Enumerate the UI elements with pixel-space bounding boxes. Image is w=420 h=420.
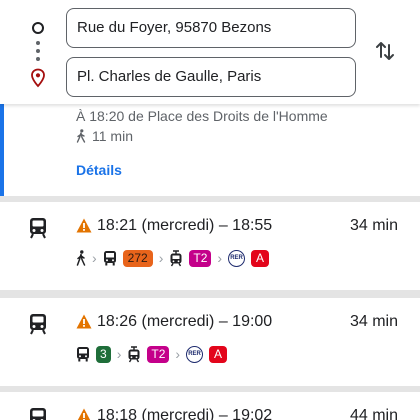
origin-circle-icon xyxy=(32,22,44,34)
selected-accent-bar xyxy=(0,104,4,196)
chevron-right-icon: › xyxy=(92,250,97,266)
bus-line-badge: 3 xyxy=(96,345,111,363)
route-times: 18:18 (mercredi) – 19:02 xyxy=(97,407,273,420)
warning-icon xyxy=(76,314,92,329)
route-times: 18:21 (mercredi) – 18:55 xyxy=(97,217,273,234)
swap-vertical-icon[interactable] xyxy=(372,38,398,64)
warning-icon xyxy=(77,408,91,420)
bus-icon xyxy=(103,251,116,266)
rer-line-badge: A xyxy=(251,249,270,267)
train-icon xyxy=(30,408,46,420)
tram-icon xyxy=(128,345,140,362)
bus-icon xyxy=(77,347,89,362)
origin-field[interactable]: Rue du Foyer, 95870 Bezons xyxy=(66,8,356,48)
rer-logo-icon: RER xyxy=(228,249,246,267)
chevron-right-icon: › xyxy=(158,250,164,266)
route-duration: 44 min xyxy=(349,407,398,420)
train-icon xyxy=(30,218,46,239)
route-dots-icon xyxy=(36,41,40,61)
bus-line-badge: 272 xyxy=(122,249,153,267)
chevron-right-icon: › xyxy=(217,250,223,266)
directions-screen: Rue du Foyer, 95870 Bezons Pl. Charles d… xyxy=(0,0,420,420)
tram-icon xyxy=(170,249,182,266)
route-duration: 34 min xyxy=(349,217,398,234)
chevron-right-icon: › xyxy=(175,346,181,362)
details-link[interactable]: Détails xyxy=(76,162,122,178)
route-steps: 3 › T2 › RER A xyxy=(76,343,228,365)
departure-subtitle: À 18:20 de Place des Droits de l'Homme xyxy=(76,108,328,124)
walk-icon xyxy=(76,129,86,143)
walk-duration: 11 min xyxy=(76,128,133,144)
route-option-card[interactable]: 18:18 (mercredi) – 19:02 44 min xyxy=(0,392,420,420)
warning-icon xyxy=(76,218,92,233)
rer-line-badge: A xyxy=(209,345,228,363)
selected-route-card[interactable]: À 18:20 de Place des Droits de l'Homme 1… xyxy=(0,104,420,196)
walk-time-text: 11 min xyxy=(92,128,133,144)
tram-line-badge: T2 xyxy=(147,345,170,363)
rer-logo-icon: RER xyxy=(186,345,204,363)
destination-field[interactable]: Pl. Charles de Gaulle, Paris xyxy=(66,57,356,97)
chevron-right-icon: › xyxy=(116,346,122,362)
route-steps: › 272 › T2 › RER A xyxy=(76,247,270,269)
route-times: 18:26 (mercredi) – 19:00 xyxy=(97,313,273,330)
route-header: Rue du Foyer, 95870 Bezons Pl. Charles d… xyxy=(0,0,420,104)
location-pin-icon xyxy=(31,68,45,88)
train-icon xyxy=(30,314,46,335)
route-option-card[interactable]: 18:26 (mercredi) – 19:00 34 min 3 › T2 ›… xyxy=(0,298,420,386)
route-duration: 34 min xyxy=(349,313,398,330)
walk-icon xyxy=(76,250,86,266)
tram-line-badge: T2 xyxy=(189,249,212,267)
route-list: À 18:20 de Place des Droits de l'Homme 1… xyxy=(0,104,420,420)
route-option-card[interactable]: 18:21 (mercredi) – 18:55 34 min › 272 › xyxy=(0,202,420,290)
